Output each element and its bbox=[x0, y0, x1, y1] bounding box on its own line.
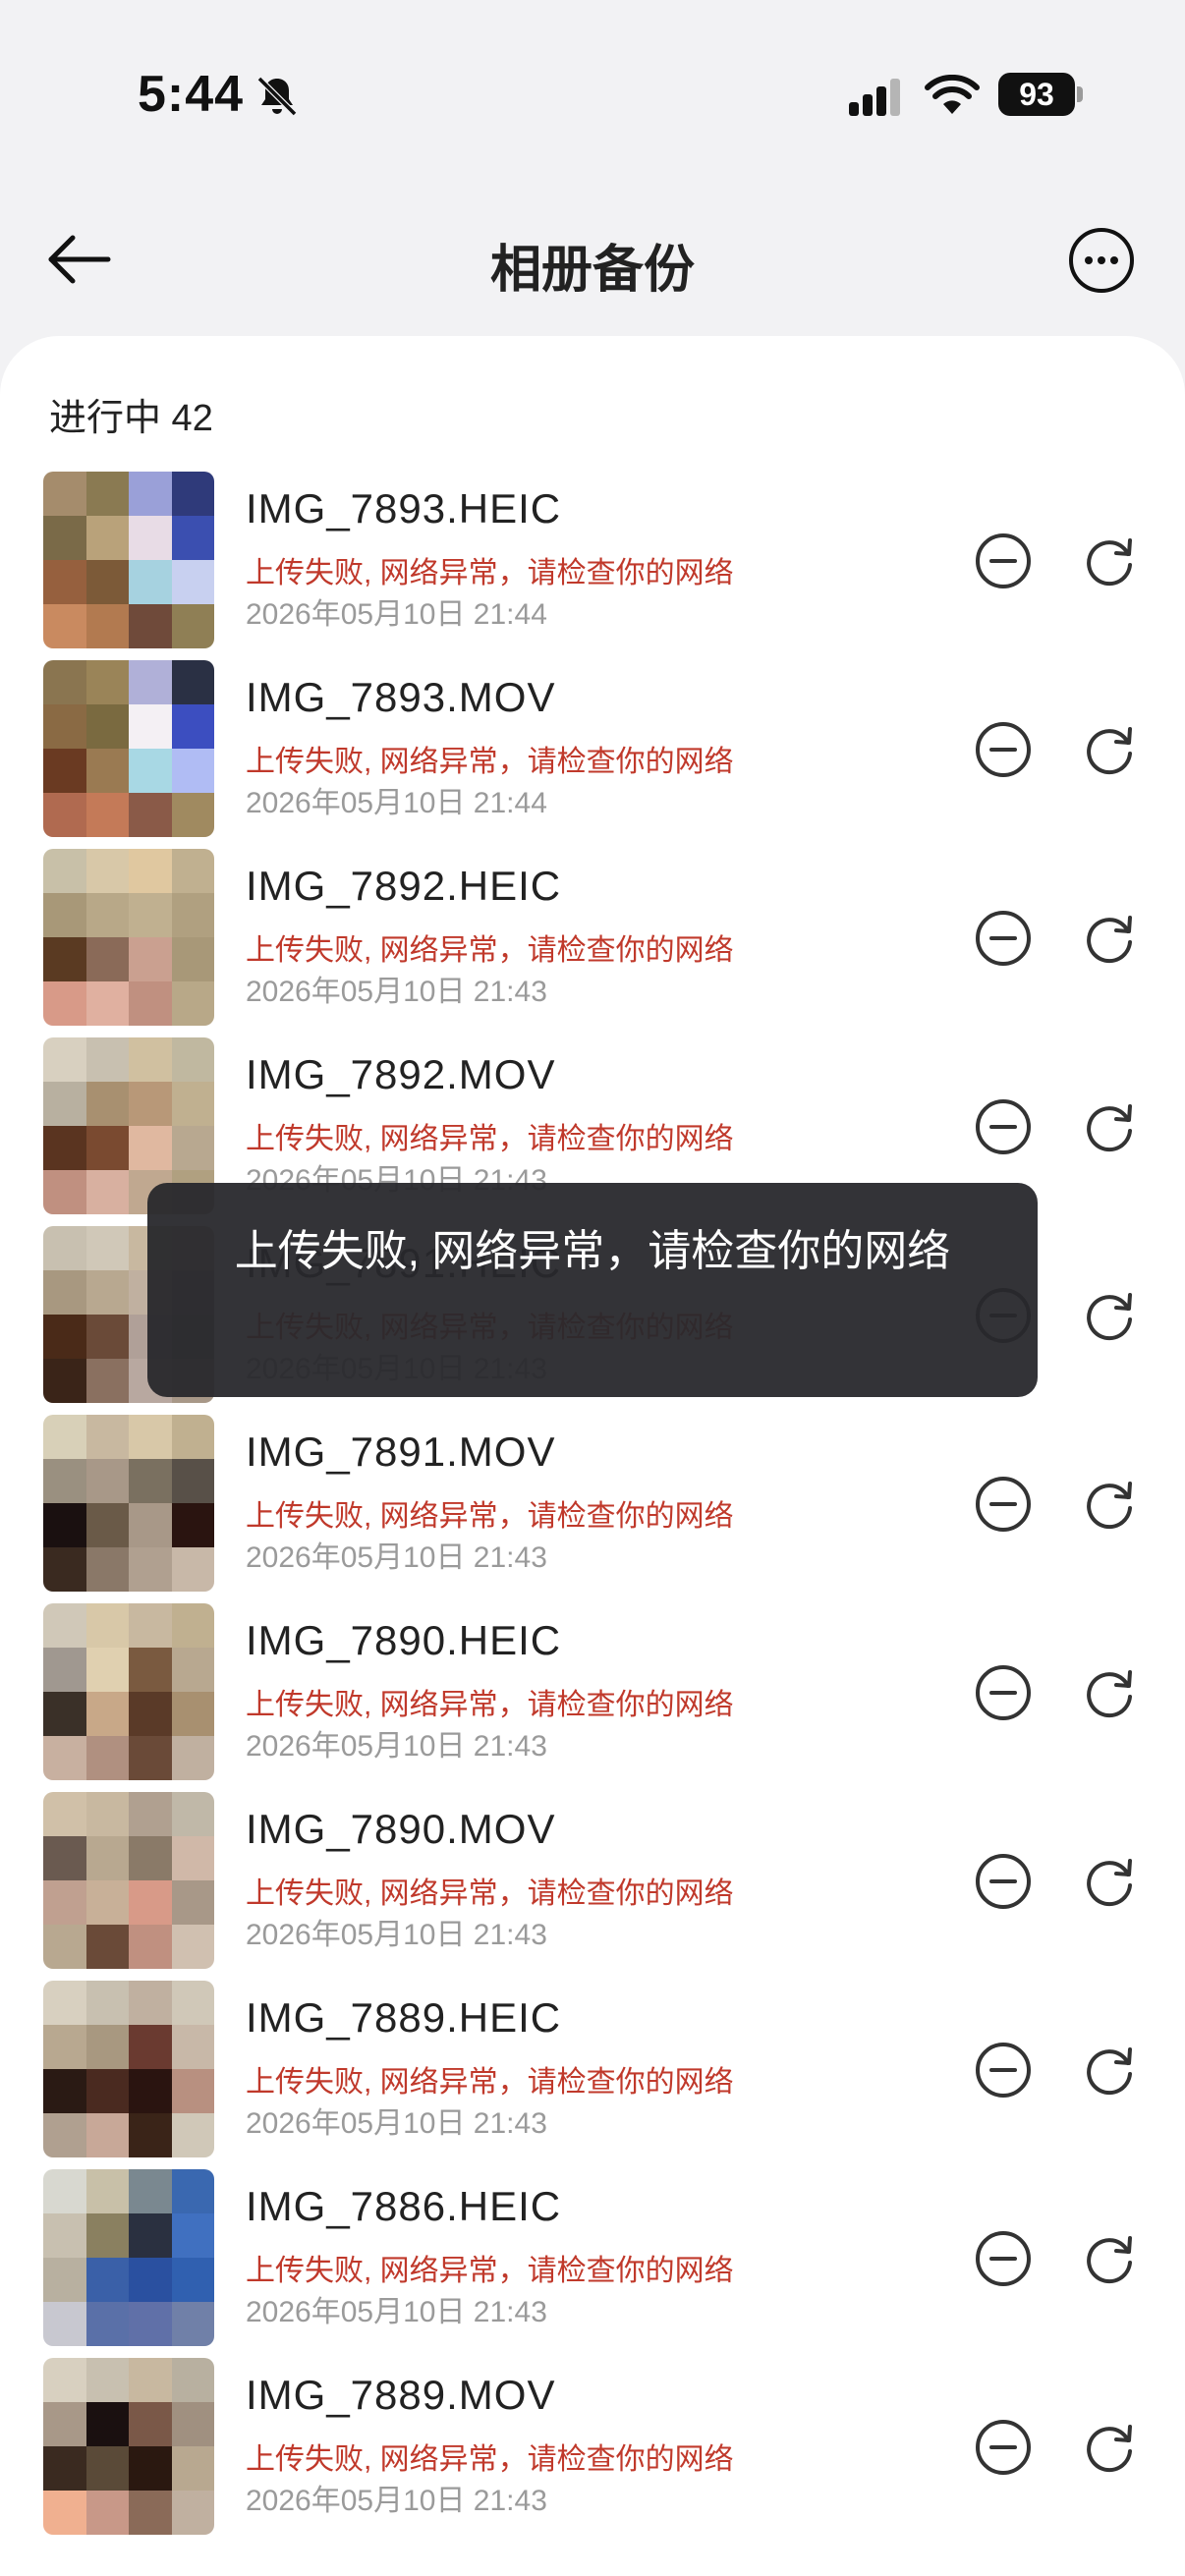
file-name: IMG_7890.MOV bbox=[246, 1806, 556, 1852]
remove-circle-icon[interactable] bbox=[975, 1098, 1032, 1155]
timestamp: 2026年05月10日 21:43 bbox=[246, 1919, 547, 1951]
page-title: 相册备份 bbox=[489, 242, 695, 299]
file-name: IMG_7889.MOV bbox=[246, 2372, 556, 2418]
file-name: IMG_7891.MOV bbox=[246, 1428, 556, 1475]
retry-refresh-icon[interactable] bbox=[1081, 1287, 1138, 1344]
backup-list-card: 进行中 42 IMG_7893.HEIC 上传失败, 网络异常，请检查你的网络 20… bbox=[0, 336, 1185, 2576]
upload-error-message: 上传失败, 网络异常，请检查你的网络 bbox=[246, 746, 734, 778]
file-name: IMG_7893.MOV bbox=[246, 674, 556, 720]
timestamp: 2026年05月10日 21:43 bbox=[246, 2107, 547, 2140]
photo-thumbnail[interactable] bbox=[43, 1981, 214, 2157]
timestamp: 2026年05月10日 21:44 bbox=[246, 598, 547, 631]
file-name: IMG_7892.HEIC bbox=[246, 863, 562, 909]
timestamp: 2026年05月10日 21:43 bbox=[246, 2296, 547, 2328]
remove-circle-icon[interactable] bbox=[975, 721, 1032, 778]
photo-thumbnail[interactable] bbox=[43, 472, 214, 648]
file-name: IMG_7889.HEIC bbox=[246, 1994, 562, 2041]
upload-row[interactable]: IMG_7890.HEIC 上传失败, 网络异常，请检查你的网络 2026年05月1… bbox=[35, 1603, 1156, 1792]
upload-error-message: 上传失败, 网络异常，请检查你的网络 bbox=[246, 2443, 734, 2476]
wifi-icon bbox=[925, 75, 980, 114]
retry-refresh-icon[interactable] bbox=[1081, 1476, 1138, 1533]
photo-thumbnail[interactable] bbox=[43, 849, 214, 1026]
timestamp: 2026年05月10日 21:43 bbox=[246, 976, 547, 1008]
retry-refresh-icon[interactable] bbox=[1081, 2419, 1138, 2476]
retry-refresh-icon[interactable] bbox=[1081, 1853, 1138, 1910]
file-name: IMG_7893.HEIC bbox=[246, 485, 562, 532]
remove-circle-icon[interactable] bbox=[975, 2419, 1032, 2476]
timestamp: 2026年05月10日 21:44 bbox=[246, 787, 547, 819]
status-time: 5:44 bbox=[138, 66, 245, 123]
upload-error-message: 上传失败, 网络异常，请检查你的网络 bbox=[246, 1877, 734, 1910]
file-name: IMG_7890.HEIC bbox=[246, 1617, 562, 1663]
battery-level: 93 bbox=[998, 73, 1075, 116]
retry-refresh-icon[interactable] bbox=[1081, 1664, 1138, 1721]
upload-row[interactable]: IMG_7891.MOV 上传失败, 网络异常，请检查你的网络 2026年05月10… bbox=[35, 1415, 1156, 1603]
remove-circle-icon[interactable] bbox=[975, 2230, 1032, 2287]
photo-thumbnail[interactable] bbox=[43, 2358, 214, 2535]
upload-error-message: 上传失败, 网络异常，请检查你的网络 bbox=[246, 1123, 734, 1155]
remove-circle-icon[interactable] bbox=[975, 910, 1032, 967]
remove-circle-icon[interactable] bbox=[975, 1664, 1032, 1721]
timestamp: 2026年05月10日 21:43 bbox=[246, 1541, 547, 1574]
navigation-bar: 相册备份 bbox=[0, 196, 1185, 324]
status-bar: 5:44 93 bbox=[0, 0, 1185, 196]
bell-muted-icon bbox=[256, 76, 298, 117]
remove-circle-icon[interactable] bbox=[975, 1853, 1032, 1910]
photo-thumbnail[interactable] bbox=[43, 1792, 214, 1969]
retry-refresh-icon[interactable] bbox=[1081, 2042, 1138, 2099]
timestamp: 2026年05月10日 21:43 bbox=[246, 2485, 547, 2517]
retry-refresh-icon[interactable] bbox=[1081, 910, 1138, 967]
photo-thumbnail[interactable] bbox=[43, 2169, 214, 2346]
upload-row[interactable]: IMG_7893.HEIC 上传失败, 网络异常，请检查你的网络 2026年05月1… bbox=[35, 472, 1156, 660]
upload-row[interactable]: IMG_7893.MOV 上传失败, 网络异常，请检查你的网络 2026年05月10… bbox=[35, 660, 1156, 849]
file-name: IMG_7886.HEIC bbox=[246, 2183, 562, 2229]
upload-error-message: 上传失败, 网络异常，请检查你的网络 bbox=[246, 934, 734, 967]
upload-error-message: 上传失败, 网络异常，请检查你的网络 bbox=[246, 2255, 734, 2287]
retry-refresh-icon[interactable] bbox=[1081, 721, 1138, 778]
remove-circle-icon[interactable] bbox=[975, 532, 1032, 589]
remove-circle-icon[interactable] bbox=[975, 2042, 1032, 2099]
photo-thumbnail[interactable] bbox=[43, 1603, 214, 1780]
retry-refresh-icon[interactable] bbox=[1081, 2230, 1138, 2287]
upload-error-message: 上传失败, 网络异常，请检查你的网络 bbox=[246, 1689, 734, 1721]
photo-thumbnail[interactable] bbox=[43, 1415, 214, 1592]
retry-refresh-icon[interactable] bbox=[1081, 532, 1138, 589]
file-name: IMG_7892.MOV bbox=[246, 1051, 556, 1097]
upload-row[interactable]: IMG_7889.MOV 上传失败, 网络异常，请检查你的网络 2026年05月10… bbox=[35, 2358, 1156, 2547]
remove-circle-icon[interactable] bbox=[975, 1476, 1032, 1533]
upload-error-message: 上传失败, 网络异常，请检查你的网络 bbox=[246, 2066, 734, 2099]
upload-row[interactable]: IMG_7886.HEIC 上传失败, 网络异常，请检查你的网络 2026年05月1… bbox=[35, 2169, 1156, 2358]
upload-row[interactable]: IMG_7892.HEIC 上传失败, 网络异常，请检查你的网络 2026年05月1… bbox=[35, 849, 1156, 1037]
timestamp: 2026年05月10日 21:43 bbox=[246, 1730, 547, 1763]
retry-refresh-icon[interactable] bbox=[1081, 1098, 1138, 1155]
cellular-signal-icon bbox=[849, 79, 900, 116]
photo-thumbnail[interactable] bbox=[43, 660, 214, 837]
more-options-icon[interactable] bbox=[1067, 226, 1136, 295]
in-progress-count: 进行中 42 bbox=[49, 398, 213, 439]
battery-indicator: 93 bbox=[998, 73, 1083, 116]
upload-row[interactable]: IMG_7890.MOV 上传失败, 网络异常，请检查你的网络 2026年05月10… bbox=[35, 1792, 1156, 1981]
upload-row[interactable]: IMG_7889.HEIC 上传失败, 网络异常，请检查你的网络 2026年05月1… bbox=[35, 1981, 1156, 2169]
upload-error-message: 上传失败, 网络异常，请检查你的网络 bbox=[246, 557, 734, 589]
upload-error-message: 上传失败, 网络异常，请检查你的网络 bbox=[246, 1500, 734, 1533]
error-toast: 上传失败, 网络异常，请检查你的网络 bbox=[147, 1183, 1038, 1397]
